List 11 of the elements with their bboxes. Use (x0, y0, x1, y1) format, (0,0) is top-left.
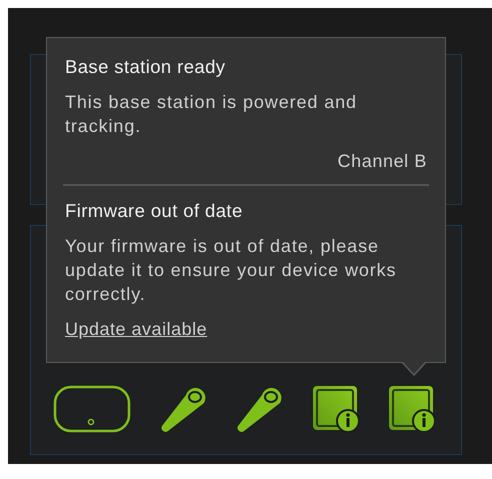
controller-icon[interactable] (236, 385, 284, 433)
base-station-icon[interactable] (388, 385, 436, 433)
base-station-icon[interactable] (312, 385, 360, 433)
channel-label: Channel B (336, 150, 427, 172)
controller-icon[interactable] (160, 385, 208, 433)
tooltip-text: Your firmware is out of date, please update it to ensure your device works correctly. (65, 235, 398, 306)
tooltip-text: This base station is powered and tracking. (65, 91, 358, 138)
update-link[interactable]: Update available (65, 318, 208, 340)
tooltip-title: Base station ready (65, 56, 226, 78)
tooltip-title: Firmware out of date (65, 200, 244, 222)
headset-icon[interactable] (52, 384, 132, 434)
